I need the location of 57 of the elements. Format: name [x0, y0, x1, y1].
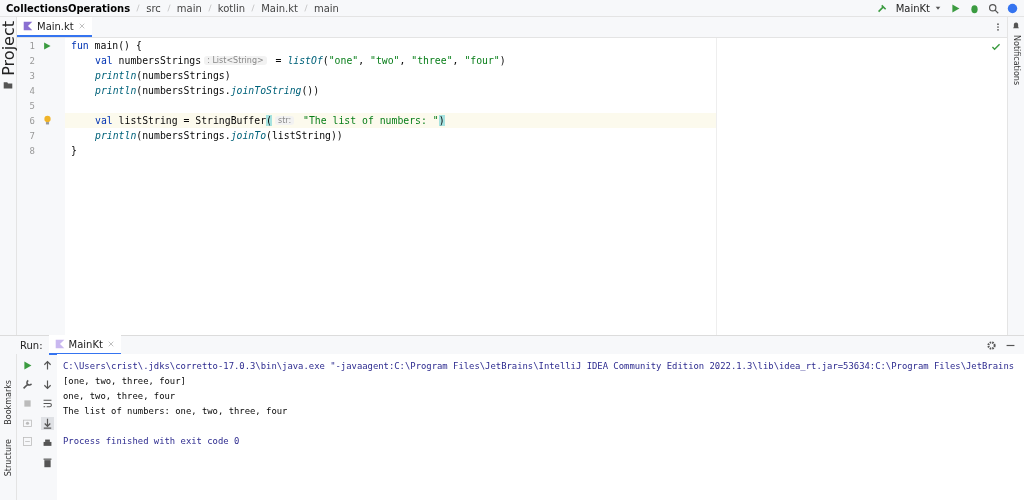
run-icon[interactable] — [950, 2, 961, 14]
tool-window-tab[interactable]: Structure — [3, 438, 13, 476]
console-output-line: The list of numbers: one, two, three, four — [63, 404, 289, 418]
separator-slash-icon — [249, 3, 258, 13]
tool-window-tab[interactable]: Bookmarks — [3, 380, 13, 425]
run-configuration-dropdown[interactable]: MainKt — [895, 2, 942, 14]
rerun-icon[interactable] — [21, 360, 33, 371]
checkmark-icon — [991, 42, 1001, 52]
soft-wrap-icon[interactable] — [41, 398, 53, 409]
kotlin-file-icon — [23, 21, 33, 31]
settings-icon[interactable] — [986, 339, 997, 351]
lightbulb-icon[interactable] — [41, 115, 53, 126]
notifications-tool-tab[interactable]: Notifications — [1011, 35, 1021, 86]
separator-slash-icon — [164, 3, 173, 13]
separator-slash-icon — [134, 3, 143, 13]
console-output-line: [one, two, three, four] — [63, 374, 187, 388]
folder-icon[interactable] — [3, 79, 13, 90]
breadcrumb-item[interactable]: CollectionsOperations — [6, 2, 131, 14]
code-line: println(numbersStrings.joinToString()) — [94, 84, 321, 98]
separator-slash-icon — [205, 3, 214, 13]
breadcrumb-item[interactable]: Main.kt — [261, 2, 298, 14]
code-line: println(numbersStrings) — [94, 69, 232, 83]
breadcrumb-item[interactable]: main — [313, 2, 339, 14]
wrench-icon[interactable] — [21, 379, 33, 390]
line-number: 6 — [28, 115, 35, 126]
build-hammer-icon[interactable] — [876, 2, 888, 14]
trash-icon[interactable] — [41, 457, 53, 468]
line-number: 7 — [28, 130, 35, 141]
print-icon[interactable] — [41, 438, 53, 449]
line-number: 2 — [28, 55, 35, 66]
console-output-line: C:\Users\crist\.jdks\corretto-17.0.3\bin\java.exe "-javaagent:C:\Program Files\JetBrains\IntelliJ IDEA Community Edition 2022.1.3\lib\idea_rt.jar=53634:C:\Program Files\JetBrains — [63, 359, 1016, 373]
separator-slash-icon — [301, 3, 310, 13]
up-arrow-icon[interactable] — [41, 360, 53, 371]
line-number: 1 — [28, 40, 35, 51]
line-number: 4 — [28, 85, 35, 96]
breadcrumb-item[interactable]: main — [176, 2, 202, 14]
console-output-line: Process finished with exit code 0 — [63, 434, 241, 448]
line-number: 5 — [28, 100, 35, 111]
line-number: 8 — [28, 145, 35, 156]
breadcrumb-item[interactable]: kotlin — [217, 2, 246, 14]
project-tool-tab[interactable]: Project — [0, 21, 18, 76]
run-label: Run: — [20, 339, 43, 351]
run-icon[interactable] — [42, 40, 52, 51]
search-icon[interactable] — [988, 2, 999, 14]
code-line: } — [70, 144, 78, 158]
line-number: 3 — [28, 70, 35, 81]
code-line: fun main() { — [70, 39, 143, 53]
down-arrow-icon[interactable] — [41, 379, 53, 390]
console-output-line: one, two, three, four — [63, 389, 177, 403]
kotlin-file-icon — [54, 339, 65, 349]
code-line: val numbersStrings : List<String> = listOf("one", "two", "three", "four") — [94, 54, 507, 68]
file-tab[interactable]: Main.kt — [17, 17, 92, 37]
run-tab[interactable]: MainKt — [48, 335, 121, 355]
breadcrumb-item[interactable]: src — [146, 2, 161, 14]
caret-icon — [934, 4, 942, 12]
code-line: println(numbersStrings.joinTo(listString)) — [94, 129, 344, 143]
scroll-to-end-icon[interactable] — [40, 417, 54, 430]
